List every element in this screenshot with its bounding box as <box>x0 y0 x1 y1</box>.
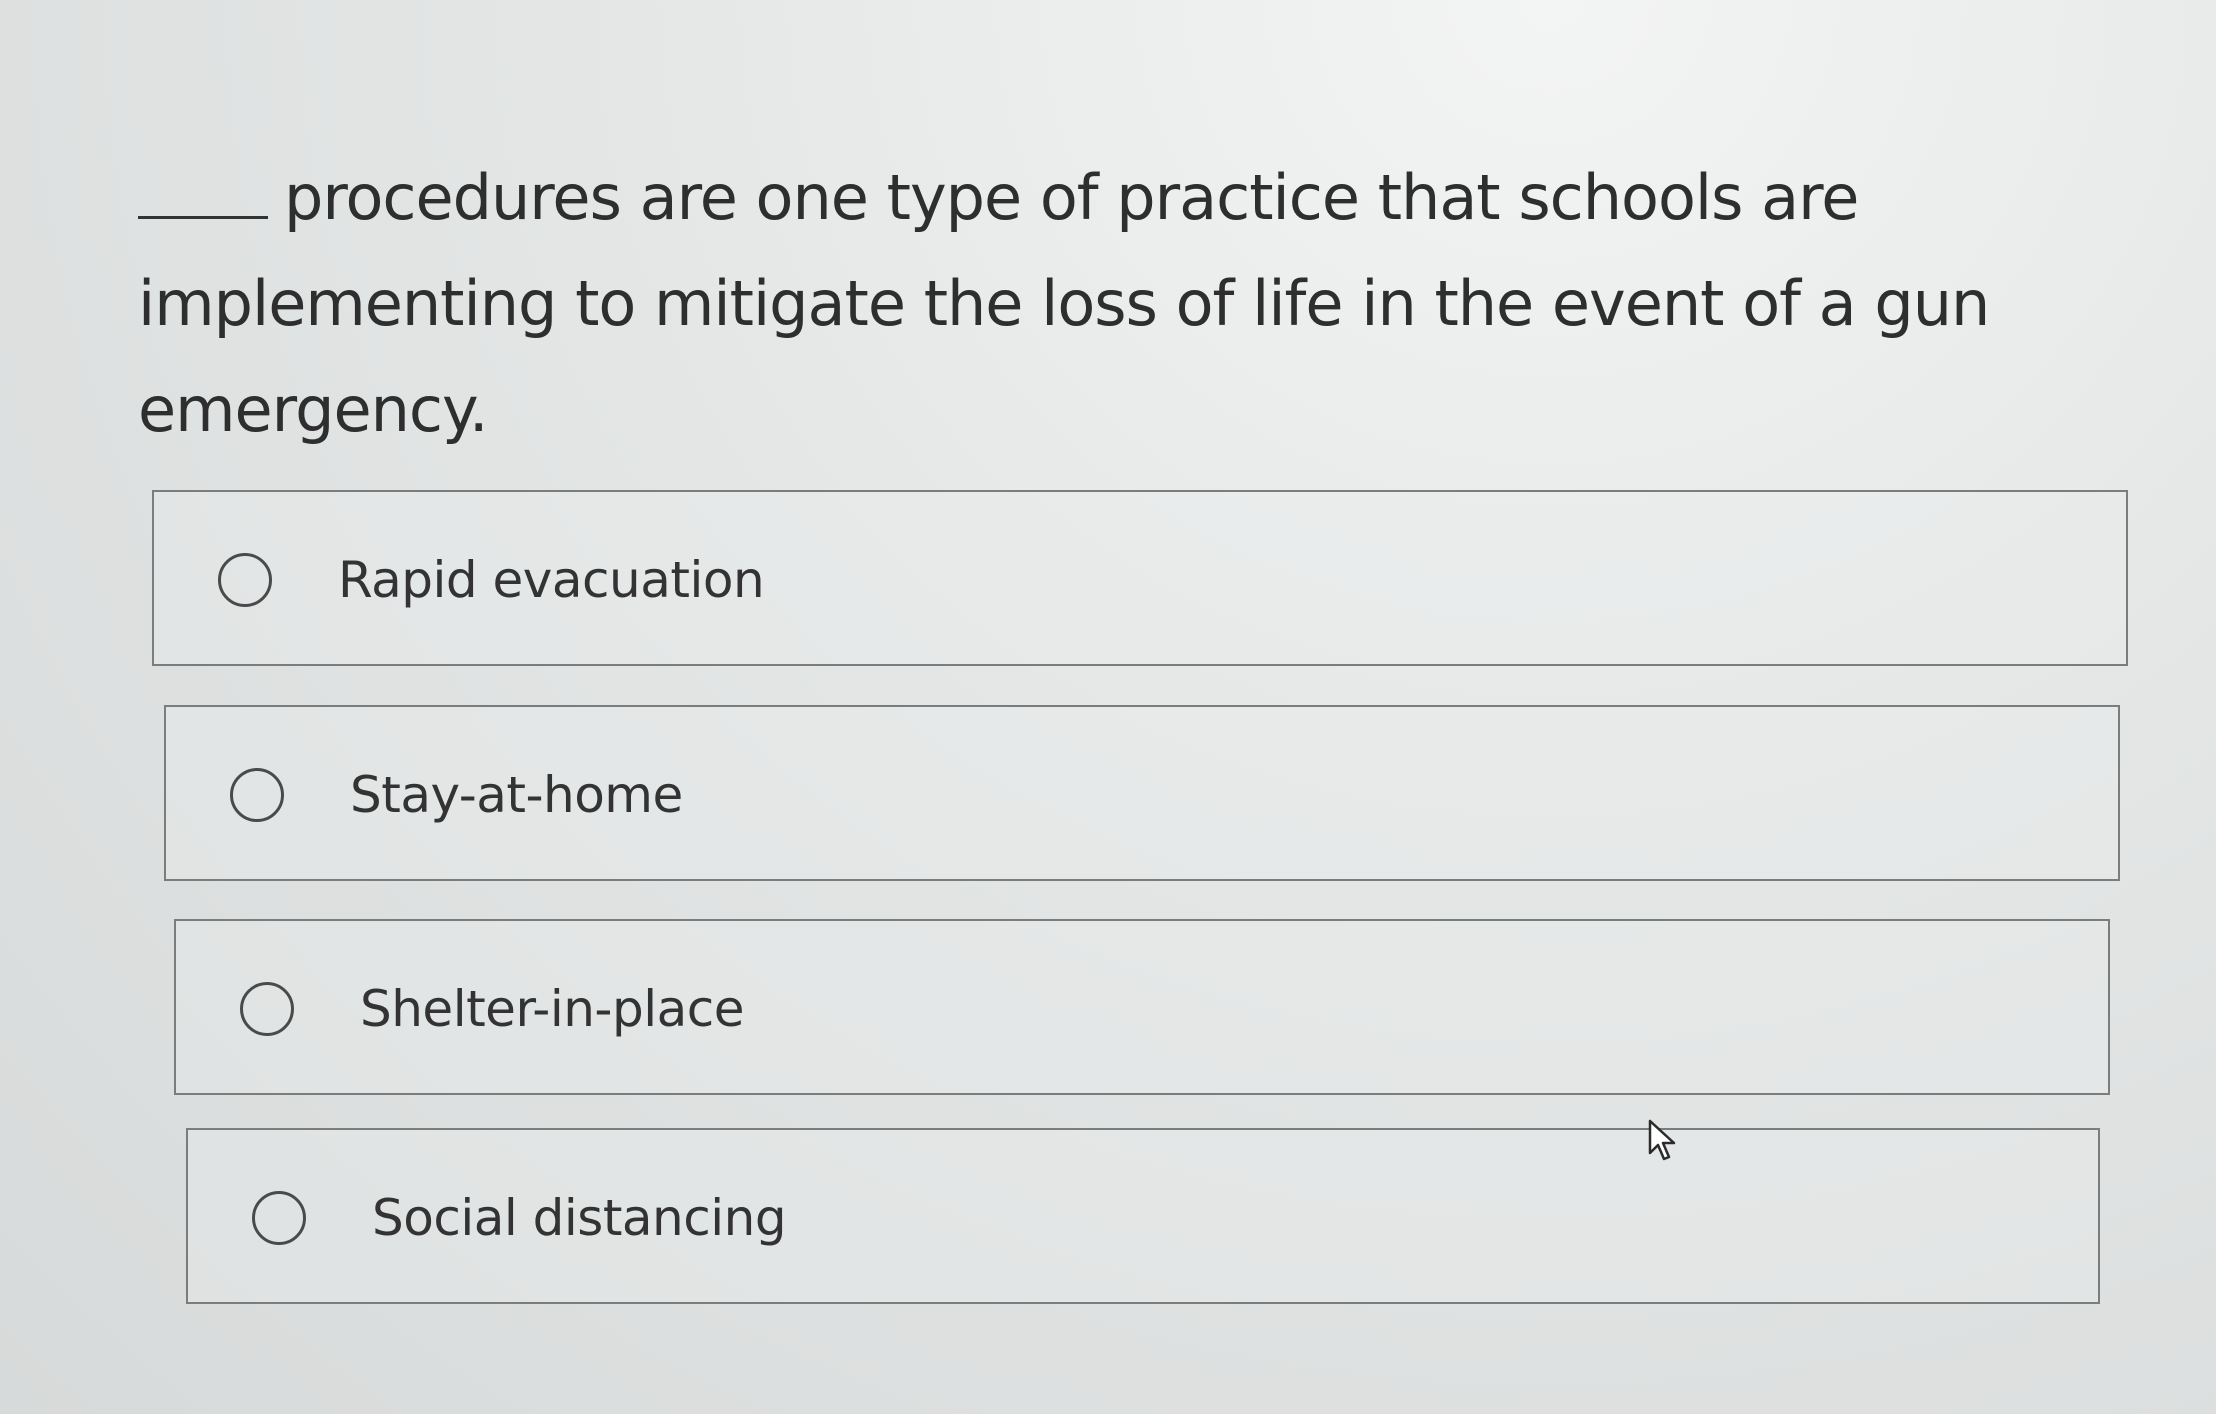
radio-unchecked-icon[interactable] <box>240 982 294 1036</box>
option-label: Rapid evacuation <box>338 551 765 609</box>
option-shelter-in-place[interactable]: Shelter-in-place <box>174 919 2110 1095</box>
option-stay-at-home[interactable]: Stay-at-home <box>164 705 2120 881</box>
option-label: Stay-at-home <box>350 766 683 824</box>
radio-unchecked-icon[interactable] <box>252 1191 306 1245</box>
option-label: Social distancing <box>372 1189 787 1247</box>
mouse-pointer-icon <box>1648 1119 1676 1161</box>
option-social-distancing[interactable]: Social distancing <box>186 1128 2100 1304</box>
radio-unchecked-icon[interactable] <box>230 768 284 822</box>
option-rapid-evacuation[interactable]: Rapid evacuation <box>152 490 2128 666</box>
option-label: Shelter-in-place <box>360 980 745 1038</box>
radio-unchecked-icon[interactable] <box>218 553 272 607</box>
answer-options: Rapid evacuation Stay-at-home Shelter-in… <box>0 0 2216 1414</box>
